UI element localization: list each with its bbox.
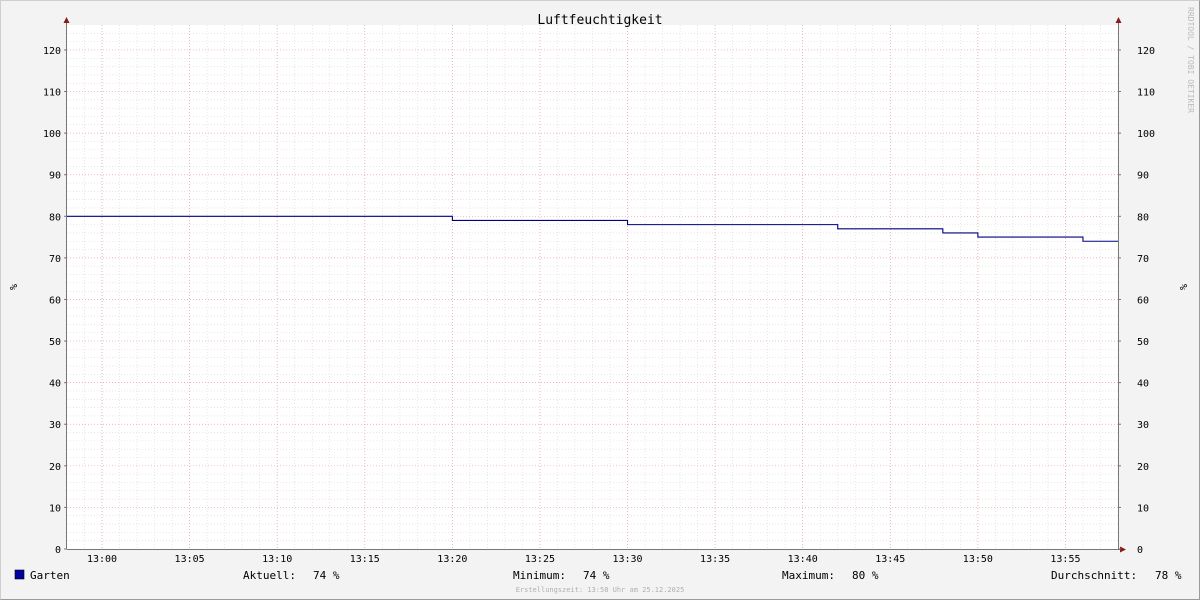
y-tick-label-left: 120 <box>43 46 61 57</box>
y-tick-label-right: 10 <box>1137 503 1149 514</box>
x-tick-label: 13:20 <box>437 554 467 565</box>
y-tick-label-right: 30 <box>1137 420 1149 431</box>
y-tick-label-right: 80 <box>1137 212 1149 223</box>
y-tick-label-right: 100 <box>1137 129 1155 140</box>
y-tick-label-left: 90 <box>49 171 61 182</box>
y-axis-label-left: % <box>7 284 18 290</box>
y-tick-label-left: 80 <box>49 212 61 223</box>
y-axis-right-arrow <box>1115 17 1122 23</box>
footer-timestamp: Erstellungszeit: 13:58 Uhr am 25.12.2025 <box>516 586 685 594</box>
stat-minimum-value: 74 % <box>583 569 610 582</box>
y-axis-label-right: % <box>1177 284 1188 290</box>
x-tick-label: 13:00 <box>87 554 117 565</box>
x-tick-label: 13:10 <box>262 554 292 565</box>
y-tick-label-left: 20 <box>49 462 61 473</box>
legend-series-name: Garten <box>30 569 70 582</box>
x-tick-label: 13:35 <box>700 554 730 565</box>
y-tick-label-left: 50 <box>49 337 61 348</box>
x-tick-label: 13:30 <box>612 554 642 565</box>
x-tick-label: 13:25 <box>525 554 555 565</box>
y-tick-label-left: 0 <box>55 545 61 556</box>
x-tick-label: 13:15 <box>350 554 380 565</box>
y-tick-label-right: 0 <box>1137 545 1143 556</box>
x-tick-label: 13:40 <box>788 554 818 565</box>
y-tick-label-right: 120 <box>1137 46 1155 57</box>
y-tick-label-left: 40 <box>49 379 61 390</box>
stat-aktuell-label: Aktuell: <box>243 569 296 582</box>
x-tick-label: 13:50 <box>963 554 993 565</box>
y-tick-label-right: 20 <box>1137 462 1149 473</box>
legend-swatch <box>14 569 25 580</box>
y-tick-label-right: 40 <box>1137 379 1149 390</box>
chart-title: Luftfeuchtigkeit <box>537 13 662 28</box>
y-tick-label-right: 60 <box>1137 295 1149 306</box>
y-tick-label-right: 110 <box>1137 88 1155 99</box>
stat-aktuell-value: 74 % <box>313 569 340 582</box>
stat-maximum-value: 80 % <box>852 569 879 582</box>
stat-maximum-label: Maximum: <box>782 569 835 582</box>
x-tick-label: 13:05 <box>175 554 205 565</box>
y-tick-label-right: 70 <box>1137 254 1149 265</box>
y-tick-label-left: 60 <box>49 295 61 306</box>
x-tick-label: 13:45 <box>875 554 905 565</box>
y-tick-label-left: 10 <box>49 503 61 514</box>
y-tick-label-left: 70 <box>49 254 61 265</box>
stat-durchschnitt-value: 78 % <box>1155 569 1182 582</box>
y-tick-label-left: 30 <box>49 420 61 431</box>
x-tick-label: 13:55 <box>1050 554 1080 565</box>
y-tick-label-left: 100 <box>43 129 61 140</box>
y-axis-left-arrow <box>63 17 70 23</box>
y-tick-label-right: 50 <box>1137 337 1149 348</box>
y-tick-label-left: 110 <box>43 88 61 99</box>
stat-durchschnitt-label: Durchschnitt: <box>1051 569 1137 582</box>
y-tick-label-right: 90 <box>1137 171 1149 182</box>
chart: 0 0 10 10 20 20 30 30 40 40 50 50 60 60 70 70 80 80 90 90 10… <box>7 7 1195 594</box>
watermark: RRDTOOL / TOBI OETIKER <box>1186 7 1195 113</box>
stat-minimum-label: Minimum: <box>513 569 566 582</box>
legend: Garten Aktuell: 74 % Minimum: 74 % Maxim… <box>14 569 1182 582</box>
